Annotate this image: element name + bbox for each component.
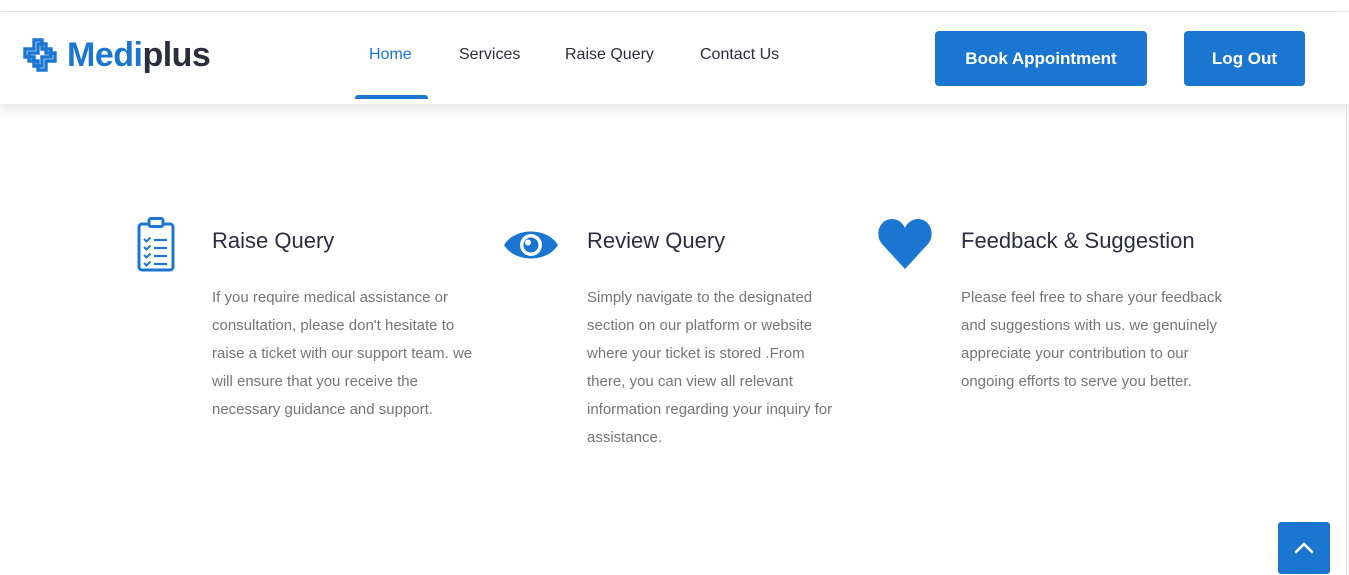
logo-text-medi: Medi: [67, 36, 143, 74]
top-strip: [0, 0, 1349, 12]
feature-text: Please feel free to share your feedback …: [961, 289, 1222, 390]
nav-contact-us[interactable]: Contact Us: [700, 46, 779, 64]
clipboard-checklist-icon: [137, 217, 175, 272]
nav-home[interactable]: Home: [369, 46, 412, 64]
feature-title: Feedback & Suggestion: [961, 228, 1195, 253]
feature-title: Raise Query: [212, 228, 335, 253]
logo-text: Mediplus: [67, 36, 211, 74]
nav-active-indicator: [355, 95, 428, 99]
feature-text: If you require medical assistance or con…: [212, 289, 473, 418]
nav-raise-query[interactable]: Raise Query: [565, 46, 654, 64]
logo[interactable]: Mediplus: [22, 35, 211, 75]
feature-title: Review Query: [587, 228, 726, 253]
logo-text-plus: plus: [142, 36, 211, 74]
medical-cross-logo-icon: [23, 38, 57, 72]
nav-services[interactable]: Services: [459, 46, 520, 64]
book-appointment-button[interactable]: Book Appointment: [935, 31, 1147, 86]
logout-button[interactable]: Log Out: [1184, 31, 1305, 86]
scroll-to-top-button[interactable]: [1278, 522, 1330, 574]
heart-icon: [878, 219, 932, 269]
site-header: Mediplus Home Services Raise Query Conta…: [0, 12, 1349, 104]
chevron-up-icon: [1294, 542, 1314, 554]
eye-icon: [504, 231, 558, 259]
feature-text: Simply navigate to the designated sectio…: [587, 289, 833, 446]
